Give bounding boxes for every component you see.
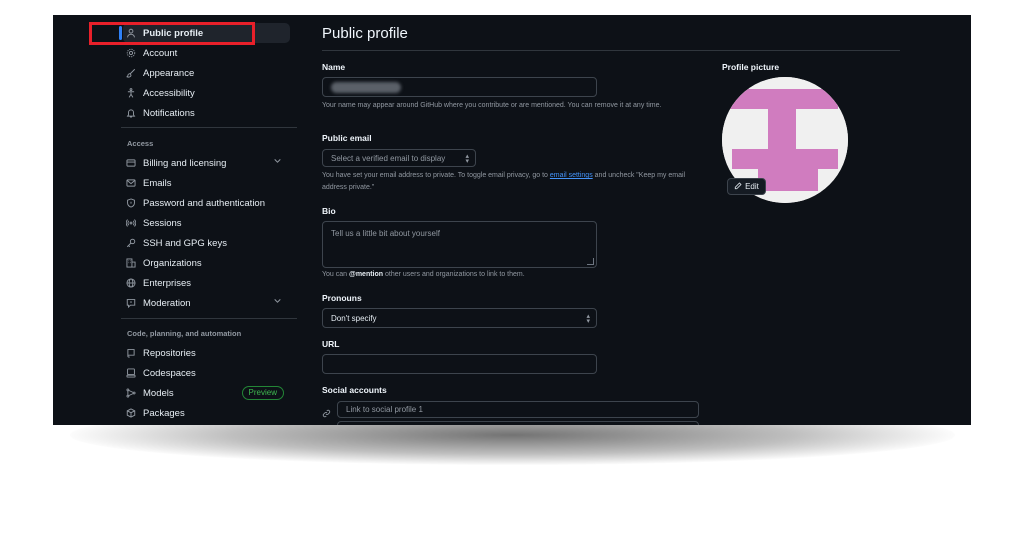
social-accounts-label: Social accounts: [322, 385, 387, 395]
sidebar-item-ssh-keys[interactable]: SSH and GPG keys: [123, 233, 290, 253]
url-label: URL: [322, 339, 340, 349]
sidebar-item-accessibility[interactable]: Accessibility: [123, 83, 290, 103]
sidebar-item-label: Enterprises: [143, 277, 192, 289]
chevron-down-icon[interactable]: [273, 156, 282, 167]
social-link-input-2[interactable]: [337, 421, 699, 425]
paintbrush-icon: [123, 68, 139, 78]
sidebar-item-moderation[interactable]: Moderation: [123, 293, 290, 313]
redacted-name-value: [331, 81, 401, 93]
gear-icon: [123, 48, 139, 58]
mail-icon: [123, 178, 139, 188]
bio-textarea[interactable]: Tell us a little bit about yourself: [322, 221, 597, 268]
sidebar-item-label: SSH and GPG keys: [143, 237, 227, 249]
public-email-placeholder: Select a verified email to display: [331, 153, 446, 163]
sidebar-item-organizations[interactable]: Organizations: [123, 253, 290, 273]
sidebar-item-label: Password and authentication: [143, 197, 265, 209]
mention-text: @mention: [349, 271, 384, 278]
repo-icon: [123, 348, 139, 358]
sidebar-item-label: Moderation: [143, 297, 191, 309]
sidebar-item-label: Appearance: [143, 67, 195, 79]
edit-avatar-button[interactable]: Edit: [727, 178, 766, 195]
email-settings-link[interactable]: email settings: [550, 172, 593, 179]
sidebar-item-password[interactable]: Password and authentication: [123, 193, 290, 213]
sidebar-item-appearance[interactable]: Appearance: [123, 63, 290, 83]
public-email-select[interactable]: Select a verified email to display ▴ ▾: [322, 149, 476, 167]
sidebar-item-codespaces[interactable]: Codespaces: [123, 363, 290, 383]
sidebar-item-label: Emails: [143, 177, 172, 189]
profile-picture-label: Profile picture: [722, 62, 780, 72]
url-input[interactable]: [322, 354, 597, 374]
name-input[interactable]: [322, 77, 597, 97]
sidebar-item-enterprises[interactable]: Enterprises: [123, 273, 290, 293]
models-icon: [123, 388, 139, 398]
link-icon: [322, 405, 331, 423]
sidebar-item-label: Billing and licensing: [143, 157, 227, 169]
sidebar-section-access: Access: [127, 139, 154, 148]
sidebar-item-label: Notifications: [143, 107, 195, 119]
pencil-icon: [734, 181, 742, 192]
sidebar-item-packages[interactable]: Packages: [123, 403, 290, 423]
sidebar-item-label: Sessions: [143, 217, 182, 229]
bio-note-text: You can: [322, 271, 348, 278]
bio-help-text: You can @mention other users and organiz…: [322, 269, 525, 281]
title-divider: [322, 50, 900, 51]
pronouns-select[interactable]: Don't specify ▴ ▾: [322, 308, 597, 328]
sidebar-item-sessions[interactable]: Sessions: [123, 213, 290, 233]
pronouns-value: Don't specify: [331, 313, 377, 323]
sidebar-item-account[interactable]: Account: [123, 43, 290, 63]
sidebar-item-repositories[interactable]: Repositories: [123, 343, 290, 363]
report-icon: [123, 298, 139, 308]
page-title: Public profile: [322, 25, 408, 42]
sidebar-item-label: Organizations: [143, 257, 202, 269]
sidebar-item-label: Account: [143, 47, 178, 59]
credit-card-icon: [123, 158, 139, 168]
sidebar-item-label: Repositories: [143, 347, 196, 359]
shield-icon: [123, 198, 139, 208]
sidebar-item-billing[interactable]: Billing and licensing: [123, 153, 290, 173]
sidebar-item-models[interactable]: Models Preview: [123, 383, 290, 403]
organization-icon: [123, 258, 139, 268]
settings-sidebar: Public profile Account Appearance Access…: [115, 15, 301, 425]
sidebar-item-label: Codespaces: [143, 367, 196, 379]
package-icon: [123, 408, 139, 418]
chevron-down-icon[interactable]: [273, 296, 282, 307]
bio-note-text-2: other users and organizations to link to…: [385, 271, 525, 278]
select-arrows-icon: ▴ ▾: [586, 313, 590, 325]
sidebar-item-notifications[interactable]: Notifications: [123, 103, 290, 123]
preview-badge: Preview: [241, 386, 284, 400]
name-label: Name: [322, 62, 346, 72]
sidebar-item-label: Accessibility: [143, 87, 195, 99]
globe-icon: [123, 278, 139, 288]
bio-label: Bio: [322, 206, 336, 216]
accessibility-icon: [123, 88, 139, 98]
codespaces-icon: [123, 368, 139, 378]
sidebar-item-emails[interactable]: Emails: [123, 173, 290, 193]
bio-placeholder: Tell us a little bit about yourself: [331, 229, 440, 238]
email-note-text: You have set your email address to priva…: [322, 172, 548, 179]
sidebar-item-label: Public profile: [143, 27, 204, 39]
bell-icon: [123, 108, 139, 118]
sidebar-item-public-profile[interactable]: Public profile: [119, 23, 290, 43]
profile-form: Public profile Name Your name may appear…: [322, 15, 902, 425]
sidebar-item-label: Packages: [143, 407, 185, 419]
social-link-placeholder: Link to social profile 1: [346, 405, 423, 414]
key-icon: [123, 238, 139, 248]
sidebar-divider: [121, 318, 297, 319]
settings-window: Public profile Account Appearance Access…: [53, 15, 971, 425]
select-arrows-icon: ▴ ▾: [465, 153, 469, 165]
pronouns-label: Pronouns: [322, 293, 362, 303]
sidebar-item-label: Models: [143, 387, 174, 399]
name-help-text: Your name may appear around GitHub where…: [322, 102, 662, 109]
sidebar-section-code: Code, planning, and automation: [127, 329, 242, 338]
public-email-label: Public email: [322, 133, 372, 143]
sidebar-divider: [121, 127, 297, 128]
edit-label: Edit: [745, 182, 759, 191]
person-icon: [123, 28, 139, 38]
social-link-input-1[interactable]: Link to social profile 1: [337, 401, 699, 418]
public-email-help-text: You have set your email address to priva…: [322, 170, 706, 194]
broadcast-icon: [123, 218, 139, 228]
resize-grip-icon[interactable]: [587, 258, 594, 265]
